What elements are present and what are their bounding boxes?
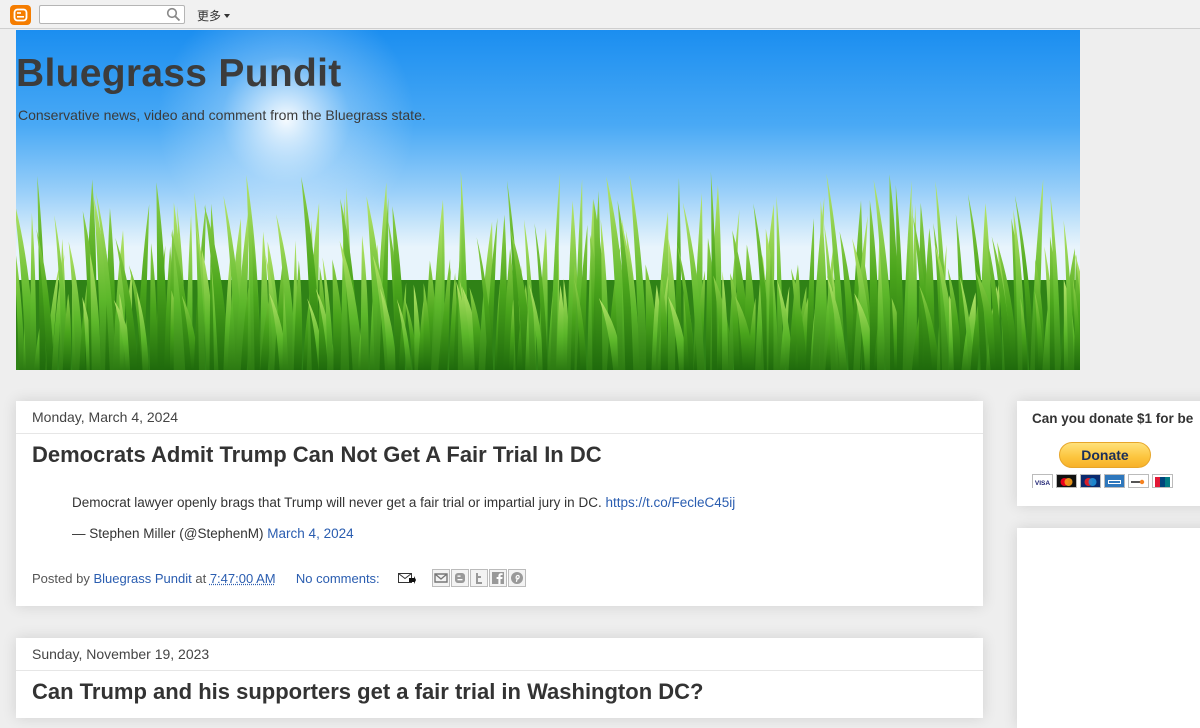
comments-link[interactable]: No comments: [296,571,380,586]
search-icon[interactable] [166,7,181,22]
grass-blade [360,235,369,370]
more-menu-label: 更多 [197,9,222,23]
blogthis-share-icon[interactable] [451,569,469,587]
post-date: Monday, March 4, 2024 [32,409,179,425]
mastercard-icon [1056,474,1077,488]
tweet-date-link[interactable]: March 4, 2024 [267,526,353,541]
facebook-share-icon[interactable] [489,569,507,587]
chevron-down-icon [224,14,231,18]
post-footer: Posted by Bluegrass Pundit at 7:47:00 AM… [32,571,380,586]
donate-widget-title: Can you donate $1 for be [1032,411,1194,426]
post-title[interactable]: Democrats Admit Trump Can Not Get A Fair… [32,442,602,468]
email-share-icon[interactable] [432,569,450,587]
tweet-text: Democrat lawyer openly brags that Trump … [72,495,602,510]
grass-blade [30,212,37,370]
blog-post: Monday, March 4, 2024 Democrats Admit Tr… [16,401,983,606]
blog-post: Sunday, November 19, 2023 Can Trump and … [16,638,983,718]
navbar-search-box [39,5,185,24]
post-author-link[interactable]: Bluegrass Pundit [93,571,191,586]
post-timestamp-link[interactable]: 7:47:00 AM [210,571,276,586]
twitter-share-icon[interactable] [470,569,488,587]
blogger-logo-icon[interactable] [10,5,31,25]
tweet-link[interactable]: https://t.co/FecleC45ij [605,495,735,510]
pinterest-share-icon[interactable] [508,569,526,587]
divider [16,433,983,434]
discover-card-icon [1128,474,1149,488]
post-title[interactable]: Can Trump and his supporters get a fair … [32,679,703,705]
embedded-tweet-attribution: — Stephen Miller (@StephenM) March 4, 20… [72,526,354,541]
tweet-author: — Stephen Miller (@StephenM) [72,526,264,541]
more-menu[interactable]: 更多 [197,7,231,24]
post-date: Sunday, November 19, 2023 [32,646,210,662]
sidebar-widget [1017,528,1200,728]
maestro-card-icon [1080,474,1101,488]
navbar-search-input[interactable] [42,7,162,21]
visa-card-icon: VISA [1032,474,1053,488]
donate-widget: Can you donate $1 for be Donate VISA [1017,401,1200,506]
blogger-navbar: 更多 [0,0,1200,29]
embedded-tweet-text: Democrat lawyer openly brags that Trump … [72,495,735,510]
divider [16,670,983,671]
at-label: at [195,571,207,586]
amex-card-icon [1104,474,1125,488]
blog-description: Conservative news, video and comment fro… [18,107,426,123]
blog-header: Bluegrass Pundit Conservative news, vide… [16,30,1080,370]
blog-title[interactable]: Bluegrass Pundit [16,52,342,96]
unionpay-card-icon [1152,474,1173,488]
paypal-donate-button[interactable]: Donate [1059,442,1151,468]
posted-by-label: Posted by [32,571,90,586]
grass-banner-image [16,171,1080,370]
email-post-icon[interactable] [398,571,416,585]
svg-text:VISA: VISA [1035,480,1050,487]
